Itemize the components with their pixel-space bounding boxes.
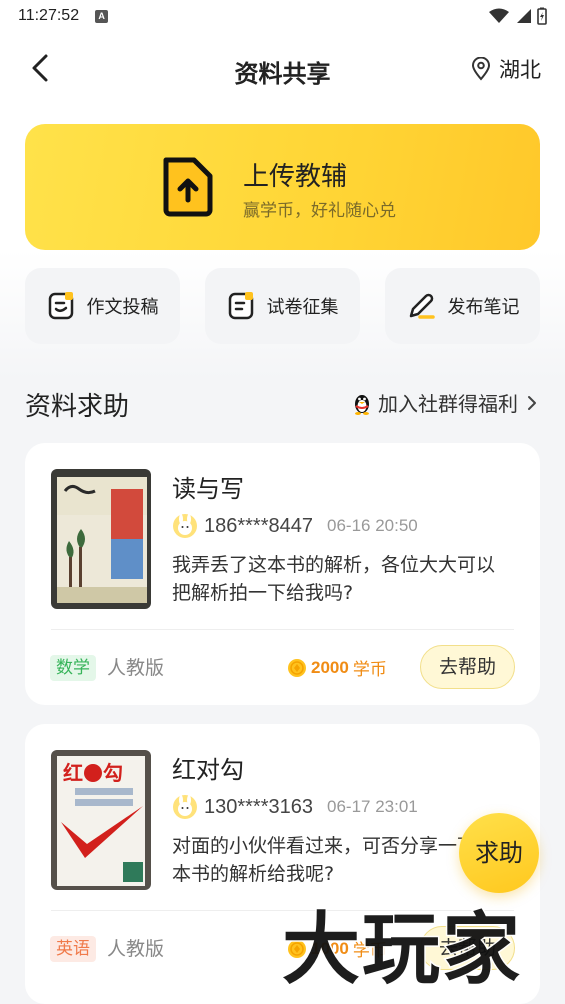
essay-icon [48, 292, 73, 320]
coin-amount: 2000 [311, 657, 349, 677]
book-title: 红对勾 [172, 756, 244, 784]
upload-title: 上传教辅 [243, 162, 348, 192]
edition-label: 人教版 [107, 657, 165, 679]
edition-label: 人教版 [107, 938, 165, 960]
note-pen-icon [409, 293, 435, 319]
status-bar: 11:27:52 A [0, 0, 565, 32]
paper-collect-button[interactable]: 试卷征集 [205, 268, 360, 344]
upload-banner[interactable]: 上传教辅 赢学币，好礼随心兑 [25, 124, 540, 250]
section-header: 资料求助 加入社群得福利 [25, 384, 540, 424]
location-selector[interactable]: 湖北 [471, 54, 541, 84]
chevron-right-icon [528, 395, 536, 410]
qq-penguin-icon [355, 394, 369, 415]
location-pin-icon [471, 57, 491, 81]
book-title: 读与写 [172, 475, 244, 503]
notification-badge: A [95, 9, 109, 23]
subject-tag: 数学 [50, 655, 96, 681]
svg-text:勾: 勾 [103, 761, 123, 785]
request-description: 我弄丢了这本书的解析，各位大大可以把解析拍一下给我吗? [172, 554, 496, 604]
location-label: 湖北 [499, 58, 541, 82]
user-row: 186****8447 06-16 20:50 [172, 513, 418, 539]
join-community-label: 加入社群得福利 [378, 392, 518, 416]
publish-note-button[interactable]: 发布笔记 [385, 268, 540, 344]
nav-bar: 资料共享 湖北 [0, 40, 565, 96]
upload-subtitle: 赢学币，好礼随心兑 [243, 201, 396, 221]
user-avatar-icon [173, 795, 197, 819]
svg-text:红: 红 [63, 761, 83, 785]
upload-doc-icon [163, 157, 213, 217]
user-phone: 186****8447 [204, 514, 313, 537]
book-cover-image: 红 勾 [51, 750, 151, 890]
watermark-logo: 大玩家 [280, 904, 523, 997]
user-phone: 130****3163 [204, 795, 313, 818]
battery-icon [537, 7, 547, 25]
reward-coins: 2000 学币 [287, 655, 387, 680]
status-icons [489, 7, 547, 25]
card-divider [51, 629, 514, 630]
coin-unit: 学币 [352, 660, 387, 680]
go-help-button[interactable]: 去帮助 [420, 645, 515, 689]
user-avatar-icon [173, 514, 197, 538]
essay-submit-button[interactable]: 作文投稿 [25, 268, 180, 344]
quick-actions: 作文投稿 试卷征集 发布笔记 [25, 268, 540, 344]
status-time: 11:27:52 [18, 7, 80, 24]
ask-help-fab[interactable]: 求助 [459, 813, 539, 893]
wifi-icon [489, 8, 509, 23]
quick-label: 试卷征集 [266, 297, 339, 318]
signal-icon [517, 9, 531, 23]
user-row: 130****3163 06-17 23:01 [172, 794, 418, 820]
quick-label: 发布笔记 [447, 297, 520, 318]
subject-tag: 英语 [50, 936, 96, 962]
quick-label: 作文投稿 [86, 297, 159, 318]
request-card[interactable]: 读与写 186****8447 06-16 20:50 我弄丢了这本书的解析，各… [25, 443, 540, 705]
section-title: 资料求助 [25, 392, 130, 422]
paper-icon [228, 292, 253, 320]
post-time: 06-16 20:50 [327, 516, 418, 535]
post-time: 06-17 23:01 [327, 797, 418, 816]
book-cover-image [51, 469, 151, 609]
coin-icon [288, 658, 306, 677]
join-community-link[interactable]: 加入社群得福利 [352, 388, 540, 417]
